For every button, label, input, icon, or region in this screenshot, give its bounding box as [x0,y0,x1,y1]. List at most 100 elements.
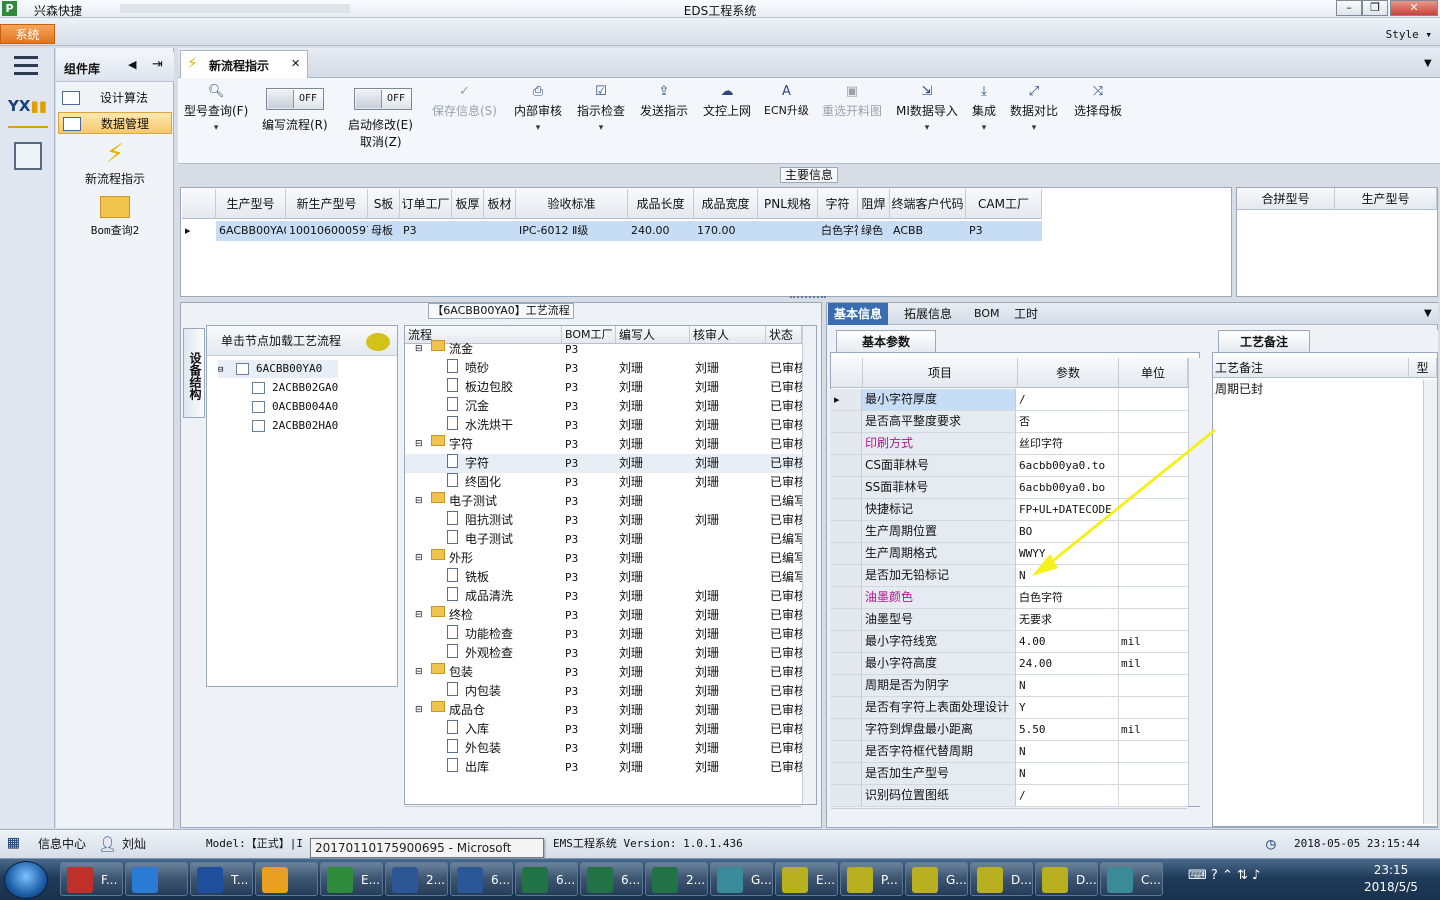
main-col-header[interactable]: 板材 [484,189,516,219]
param-value[interactable]: 白色字符 [1017,587,1117,608]
param-row[interactable]: 是否字符框代替周期 N [830,741,1188,763]
param-row[interactable]: 是否加生产型号 N [830,763,1188,785]
param-value[interactable]: Y [1017,697,1117,718]
write-flow-toggle[interactable]: OFF [266,88,324,110]
new-flow-instruction-item[interactable]: ⚡ 新流程指示 [58,138,172,187]
collapse-icon[interactable]: ⊟ [415,340,423,359]
flow-row[interactable]: 外观检查 P3 刘珊 刘珊 已审核 [405,644,802,663]
param-row[interactable]: 油墨型号 无要求 [830,609,1188,631]
taskbar-item[interactable]: G... [905,862,968,896]
taskbar-item[interactable]: 6... [515,862,578,896]
tray-arrow-icon[interactable]: ⌃ [1222,868,1233,883]
tab-new-flow[interactable]: ⚡ 新流程指示 ✕ [180,50,308,78]
start-modify-toggle[interactable]: OFF [354,88,412,110]
notes-vertical-scrollbar[interactable] [1423,380,1437,824]
chat-bubble-icon[interactable] [366,333,390,351]
hamburger-menu-icon[interactable] [14,56,38,76]
main-col-header[interactable]: CAM工厂 [966,189,1042,219]
instruction-check-button[interactable]: ☑ 指示检查 ▾ [577,84,625,133]
main-cell[interactable]: P3 [966,221,1042,241]
taskbar-item[interactable]: T... [190,862,253,896]
flow-row[interactable]: ⊟ 包装 P3 刘珊 刘珊 已审核 [405,663,802,682]
col-production-model[interactable]: 生产型号 [1335,188,1437,210]
flow-row[interactable]: 功能检查 P3 刘珊 刘珊 已审核 [405,625,802,644]
param-row[interactable]: 字符到焊盘最小距离 5.50 mil [830,719,1188,741]
col-notes[interactable]: 工艺备注 [1213,358,1409,378]
flow-row[interactable]: ⊟ 流金 P3 [405,340,801,359]
equipment-structure-tab[interactable]: 设备结构 [183,328,205,418]
taskbar-item[interactable] [255,862,318,896]
row-selector[interactable] [830,719,862,740]
main-col-header[interactable]: 成品宽度 [694,189,758,219]
help-icon[interactable]: ? [1211,868,1218,883]
col-type[interactable]: 型 [1409,358,1437,378]
internal-review-button[interactable]: ⎙ 内部审核 ▾ [514,84,562,133]
bom-query-item[interactable]: Bom查询2 [58,196,172,238]
factory-icon[interactable]: YX▮▮ [8,96,48,128]
taskbar-item[interactable]: C... [1100,862,1163,896]
collapse-icon[interactable]: ⊟ [415,701,423,720]
checkbox[interactable] [252,420,265,432]
checkbox[interactable] [236,363,249,375]
comp-item-data-management[interactable]: 数据管理 [58,112,172,134]
row-selector[interactable] [830,433,862,454]
main-cell[interactable]: ACBB [890,221,966,241]
collapse-icon[interactable]: ⊟ [415,549,423,568]
main-cell[interactable]: 10010600059701 [286,221,368,241]
main-cell[interactable]: 6ACBB00YA0 [216,221,286,241]
row-selector[interactable] [830,411,862,432]
upload-doc-button[interactable]: ☁ 文控上网 [703,84,751,119]
row-selector[interactable] [830,499,862,520]
row-selector[interactable] [830,477,862,498]
taskbar-item[interactable]: 2... [385,862,448,896]
comp-item-design[interactable]: 设计算法 [58,87,172,109]
flow-row[interactable]: 喷砂 P3 刘珊 刘珊 已审核 [405,359,802,378]
tree-node-root[interactable]: ⊟ 6ACBB00YA0 [218,360,338,378]
mi-import-button[interactable]: ⇲ MI数据导入 ▾ [896,84,958,133]
flow-row[interactable]: ⊟ 终检 P3 刘珊 刘珊 已审核 [405,606,802,625]
select-master-button[interactable]: ⤨ 选择母板 [1074,84,1122,119]
main-cell[interactable] [758,221,818,241]
main-col-header[interactable]: 板厚 [452,189,484,219]
flow-row[interactable]: 出库 P3 刘珊 刘珊 已审核 [405,758,802,777]
model-query-button[interactable]: 🔍︎ 型号查询(F) ▾ [184,84,248,133]
row-selector[interactable] [830,609,862,630]
pin-icon[interactable]: ⇥ [152,57,163,72]
main-cell[interactable]: 170.00 [694,221,758,241]
main-cell[interactable]: 240.00 [628,221,694,241]
detail-dropdown-icon[interactable]: ▼ [1424,308,1432,319]
taskbar-item[interactable]: D... [1035,862,1098,896]
taskbar-item[interactable]: 6... [450,862,513,896]
row-selector[interactable] [830,763,862,784]
checkbox[interactable] [252,382,265,394]
data-compare-button[interactable]: ⤢ 数据对比 ▾ [1010,84,1058,133]
param-row[interactable]: 识别码位置图纸 / [830,785,1188,807]
param-value[interactable]: / [1017,785,1117,806]
tabs-dropdown-icon[interactable]: ▼ [1424,58,1432,69]
main-col-header[interactable]: 生产型号 [216,189,286,219]
param-row[interactable]: 最小字符线宽 4.00 mil [830,631,1188,653]
flow-horizontal-scrollbar[interactable] [405,806,801,820]
flow-row[interactable]: 板边包胶 P3 刘珊 刘珊 已审核 [405,378,802,397]
main-cell[interactable] [484,221,516,241]
row-selector[interactable] [830,697,862,718]
flow-row[interactable]: ⊟ 电子测试 P3 刘珊 已编写 [405,492,802,511]
param-row[interactable]: 周期是否为阴字 N [830,675,1188,697]
style-menu[interactable]: Style ▾ [1386,28,1432,41]
taskbar-item[interactable] [125,862,188,896]
cancel-label[interactable]: 取消(Z) [360,133,402,150]
main-col-header[interactable]: S板 [368,189,400,219]
main-col-header[interactable]: 订单工厂 [400,189,452,219]
row-selector[interactable] [830,587,862,608]
taskbar-item[interactable]: G... [710,862,773,896]
taskbar-item[interactable]: D... [970,862,1033,896]
collapse-icon[interactable]: ⊟ [415,492,423,511]
main-cell[interactable]: 白色字符 [818,221,858,241]
param-row[interactable]: 油墨颜色 白色字符 [830,587,1188,609]
main-col-header[interactable]: 阻焊 [858,189,890,219]
flow-vertical-scrollbar[interactable] [802,326,816,804]
params-horizontal-scrollbar[interactable] [831,808,1187,822]
taskbar-item[interactable]: 2... [645,862,708,896]
integrate-button[interactable]: ⤓ 集成 ▾ [972,84,996,133]
maximize-button[interactable]: ❐ [1362,0,1388,16]
